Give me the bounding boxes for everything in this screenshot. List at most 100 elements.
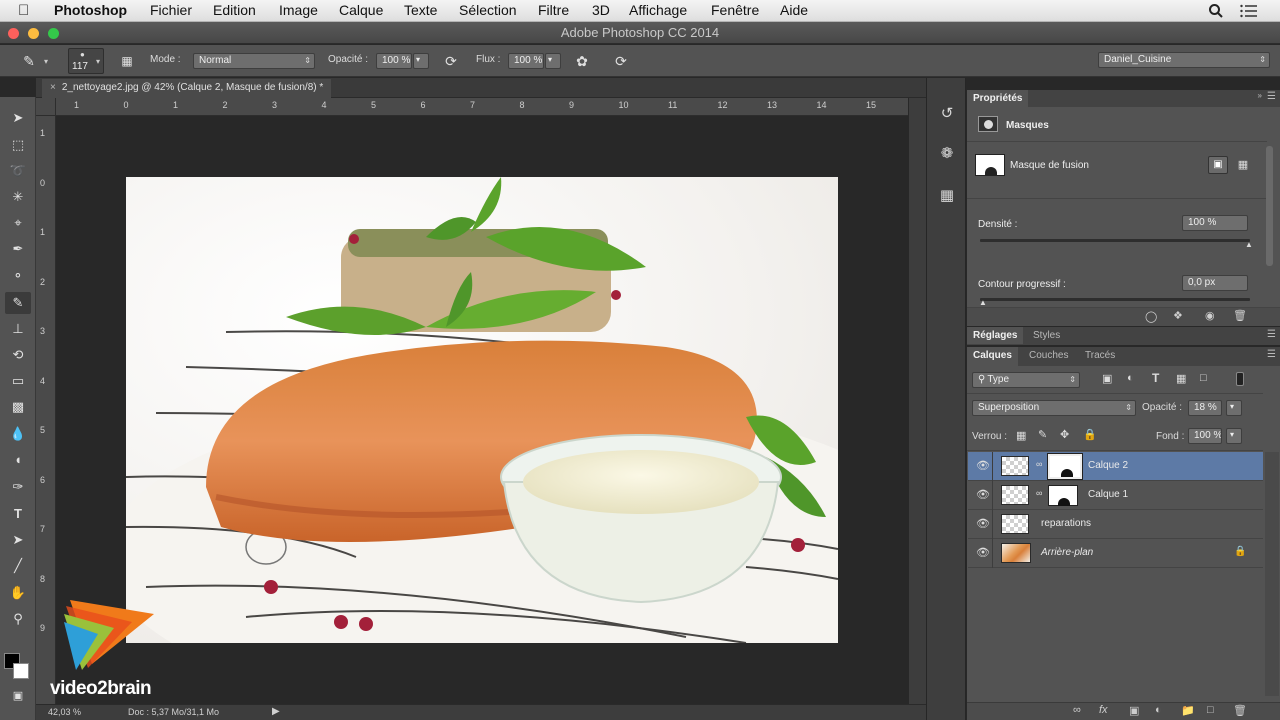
filter-toggle-switch[interactable] [1236,372,1244,386]
toggle-mask-visibility-icon[interactable]: ◉ [1205,309,1215,322]
apply-mask-icon[interactable]: ❖ [1173,309,1183,322]
tab-reglages[interactable]: Réglages [967,327,1024,344]
layer-row-calque-1[interactable]: 👁 ∞ Calque 1 [968,481,1263,510]
spotlight-search-icon[interactable] [1208,3,1224,19]
blur-tool-icon[interactable]: 💧 [5,423,31,445]
adjustments-menu-icon[interactable]: ☰ [1267,329,1276,340]
zoom-window-button[interactable] [48,28,59,39]
ruler-origin[interactable] [36,98,56,116]
flux-dropdown-icon[interactable]: ▾ [545,53,561,69]
preset-dropdown-arrow-icon[interactable]: ▾ [44,57,48,66]
layer-name[interactable]: Arrière-plan [1041,547,1093,558]
close-document-icon[interactable]: × [50,82,56,93]
lasso-tool-icon[interactable]: ➰ [5,160,31,182]
density-slider-track[interactable] [980,239,1250,242]
mode-select[interactable]: Normal ⇕ [193,53,315,69]
document-image[interactable] [126,177,838,643]
opacity-dropdown-icon[interactable]: ▾ [413,53,429,69]
brush-tool-icon[interactable]: ✎ [5,292,31,314]
delete-layer-icon[interactable]: 🗑 [1233,704,1247,717]
layer-name[interactable]: Calque 2 [1088,460,1128,471]
menu-selection[interactable]: Sélection [459,2,517,18]
visibility-eye-icon[interactable]: 👁 [976,459,990,472]
tab-couches[interactable]: Couches [1023,347,1074,364]
layer-row-reparations[interactable]: 👁 reparations [968,510,1263,539]
layer-row-calque-2[interactable]: 👁 ∞ Calque 2 [968,452,1263,481]
filter-pixel-icon[interactable]: ▣ [1102,372,1112,385]
layer-name[interactable]: reparations [1041,518,1091,529]
zoom-tool-icon[interactable]: ⚲ [5,608,31,630]
path-selection-tool-icon[interactable]: ➤ [5,529,31,551]
menu-filtre[interactable]: Filtre [538,2,569,18]
mask-thumbnail[interactable] [975,154,1005,176]
mask-link-icon[interactable]: ∞ [1036,488,1042,498]
menu-fenetre[interactable]: Fenêtre [711,2,759,18]
healing-brush-tool-icon[interactable]: ⚬ [5,265,31,287]
tab-calques[interactable]: Calques [967,347,1018,366]
collapse-panel-icon[interactable]: » [1258,91,1262,100]
menu-image[interactable]: Image [279,2,318,18]
canvas-vertical-scrollbar[interactable] [909,98,926,704]
menu-fichier[interactable]: Fichier [150,2,192,18]
brush-preset-icon[interactable]: ✎ [18,50,40,72]
layer-filter-select[interactable]: ⚲ Type ⇕ [972,372,1080,388]
filter-adjustment-icon[interactable]: ◐ [1127,372,1134,384]
layer-name[interactable]: Calque 1 [1088,489,1128,500]
feather-slider-thumb[interactable]: ▲ [979,298,987,307]
layer-fill-dropdown-icon[interactable]: ▾ [1226,428,1242,444]
layers-menu-icon[interactable]: ☰ [1267,349,1276,360]
filter-smart-object-icon[interactable]: □ [1200,372,1207,384]
new-layer-icon[interactable]: □ [1207,704,1214,716]
panel-menu-icon[interactable]: ☰ [1267,91,1276,102]
hand-tool-icon[interactable]: ✋ [5,582,31,604]
density-slider-thumb[interactable]: ▲ [1245,240,1253,249]
brush-panel-toggle-icon[interactable]: ▦ [116,50,138,72]
add-vector-mask-icon[interactable]: ▦ [1234,156,1252,174]
feather-input[interactable]: 0,0 px [1182,275,1248,291]
zoom-level[interactable]: 42,03 % [48,707,81,717]
menu-texte[interactable]: Texte [404,2,437,18]
layer-mask-thumbnail[interactable] [1047,453,1083,480]
lock-all-icon[interactable]: 🔒 [1083,428,1097,441]
density-input[interactable]: 100 % [1182,215,1248,231]
lock-transparent-icon[interactable]: ▦ [1016,429,1026,442]
history-brush-tool-icon[interactable]: ⟲ [5,344,31,366]
brush-size-picker[interactable]: ● 117 ▾ [68,48,104,74]
history-panel-icon[interactable]: ↺ [935,102,959,126]
layer-opacity-dropdown-icon[interactable]: ▾ [1226,400,1242,416]
layers-scrollbar[interactable] [1265,452,1279,696]
mask-link-icon[interactable]: ∞ [1036,459,1042,469]
crop-tool-icon[interactable]: ⌖ [5,212,31,234]
menu-edition[interactable]: Edition [213,2,256,18]
tab-traces[interactable]: Tracés [1079,347,1121,364]
blend-mode-select[interactable]: Superposition ⇕ [972,400,1136,416]
gradient-tool-icon[interactable]: ▩ [5,396,31,418]
quick-mask-icon[interactable]: ▣ [5,685,31,707]
lock-image-icon[interactable]: ✎ [1038,428,1047,441]
eyedropper-tool-icon[interactable]: ✒ [5,238,31,260]
link-layers-icon[interactable]: ∞ [1073,704,1081,716]
workspace-select[interactable]: Daniel_Cuisine ⇕ [1098,52,1270,68]
document-tab[interactable]: × 2_nettoyage2.jpg @ 42% (Calque 2, Masqu… [42,79,332,98]
apple-icon[interactable]:  [18,2,29,19]
menu-app-name[interactable]: Photoshop [54,2,127,18]
background-color-swatch[interactable] [13,663,29,679]
airbrush-icon[interactable]: ✿ [571,50,593,72]
filter-shape-icon[interactable]: ▦ [1176,372,1186,385]
pen-tool-icon[interactable]: ✑ [5,476,31,498]
layer-style-icon[interactable]: fx [1099,704,1108,716]
type-tool-icon[interactable]: T [5,503,31,525]
menu-3d[interactable]: 3D [592,2,610,18]
delete-mask-icon[interactable]: 🗑 [1233,309,1247,322]
visibility-eye-icon[interactable]: 👁 [976,517,990,530]
new-group-icon[interactable]: 📁 [1181,704,1195,717]
lock-position-icon[interactable]: ✥ [1060,428,1069,441]
layer-opacity-input[interactable]: 18 % [1188,400,1222,416]
properties-scrollbar[interactable] [1266,146,1273,266]
opacity-input[interactable]: 100 % [376,53,412,69]
visibility-eye-icon[interactable]: 👁 [976,546,990,559]
eraser-tool-icon[interactable]: ▭ [5,370,31,392]
pressure-size-icon[interactable]: ⟳ [610,50,632,72]
move-tool-icon[interactable]: ➤ [5,107,31,129]
add-pixel-mask-icon[interactable]: ▣ [1208,156,1228,174]
